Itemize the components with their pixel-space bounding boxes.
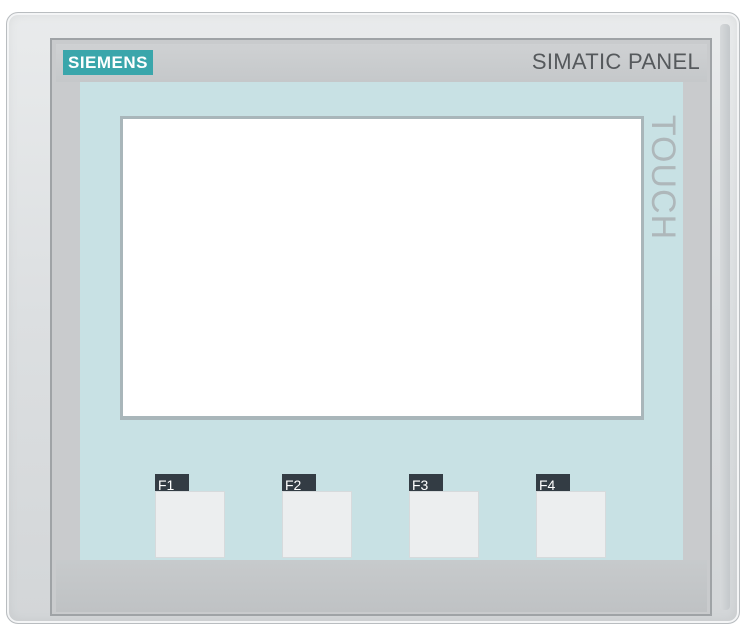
housing-side-edge <box>720 24 730 610</box>
touch-label: TOUCH <box>641 114 685 239</box>
product-title: SIMATIC PANEL <box>531 49 700 74</box>
brand-logo: SIEMENS <box>63 50 153 75</box>
f4-key-button[interactable] <box>536 491 606 558</box>
bezel-bottom-lip <box>56 560 707 612</box>
f2-key-button[interactable] <box>282 491 352 558</box>
touch-display-screen[interactable] <box>123 119 641 416</box>
touch-label-text: TOUCH <box>644 114 683 240</box>
f3-key-button[interactable] <box>409 491 479 558</box>
f1-key-button[interactable] <box>155 491 225 558</box>
